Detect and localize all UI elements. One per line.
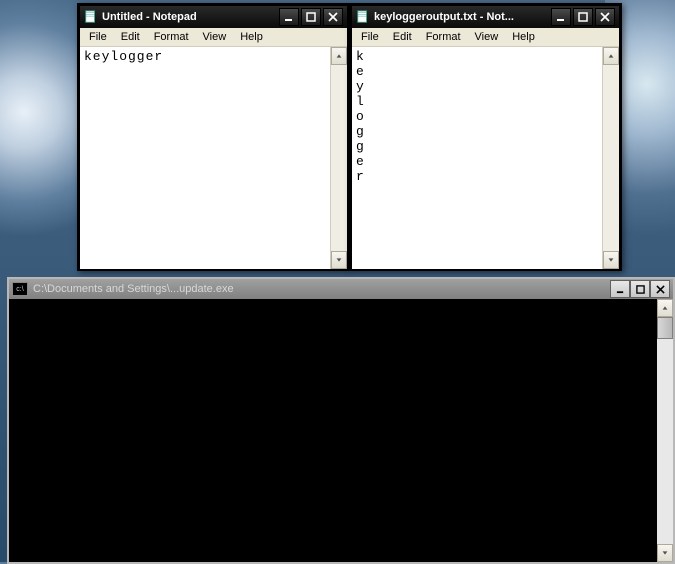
notepad-window-2: keyloggeroutput.txt - Not... File Edit F…	[349, 3, 622, 271]
scroll-track[interactable]	[603, 65, 619, 251]
text-area[interactable]: k e y l o g g e r	[352, 47, 602, 269]
notepad-window-1: Untitled - Notepad File Edit Format View…	[77, 3, 350, 271]
maximize-button[interactable]	[301, 8, 321, 26]
titlebar[interactable]: keyloggeroutput.txt - Not...	[352, 6, 619, 28]
minimize-button[interactable]	[279, 8, 299, 26]
scroll-up-button[interactable]	[657, 299, 673, 317]
menu-help[interactable]: Help	[505, 30, 542, 44]
notepad-icon	[84, 10, 98, 24]
scroll-down-button[interactable]	[603, 251, 619, 269]
close-button[interactable]	[323, 8, 343, 26]
menu-help[interactable]: Help	[233, 30, 270, 44]
close-button[interactable]	[650, 280, 670, 298]
vertical-scrollbar[interactable]	[657, 299, 673, 562]
menu-format[interactable]: Format	[147, 30, 196, 44]
scroll-up-button[interactable]	[331, 47, 347, 65]
menu-file[interactable]: File	[354, 30, 386, 44]
command-prompt-window: c:\ C:\Documents and Settings\...update.…	[7, 277, 675, 564]
scroll-down-button[interactable]	[331, 251, 347, 269]
window-title: keyloggeroutput.txt - Not...	[374, 11, 551, 23]
notepad-icon	[356, 10, 370, 24]
titlebar[interactable]: c:\ C:\Documents and Settings\...update.…	[9, 279, 673, 299]
vertical-scrollbar[interactable]	[330, 47, 347, 269]
maximize-button[interactable]	[630, 280, 650, 298]
scroll-track[interactable]	[331, 65, 347, 251]
menubar: File Edit Format View Help	[352, 28, 619, 47]
menu-edit[interactable]: Edit	[386, 30, 419, 44]
scroll-thumb[interactable]	[657, 317, 673, 339]
menubar: File Edit Format View Help	[80, 28, 347, 47]
minimize-button[interactable]	[610, 280, 630, 298]
menu-view[interactable]: View	[196, 30, 234, 44]
menu-view[interactable]: View	[468, 30, 506, 44]
menu-edit[interactable]: Edit	[114, 30, 147, 44]
menu-format[interactable]: Format	[419, 30, 468, 44]
minimize-button[interactable]	[551, 8, 571, 26]
menu-file[interactable]: File	[82, 30, 114, 44]
window-title: C:\Documents and Settings\...update.exe	[33, 283, 610, 295]
text-area[interactable]: keylogger	[80, 47, 330, 269]
maximize-button[interactable]	[573, 8, 593, 26]
cmd-icon: c:\	[12, 282, 28, 296]
titlebar[interactable]: Untitled - Notepad	[80, 6, 347, 28]
vertical-scrollbar[interactable]	[602, 47, 619, 269]
window-title: Untitled - Notepad	[102, 11, 279, 23]
scroll-up-button[interactable]	[603, 47, 619, 65]
scroll-track[interactable]	[657, 339, 673, 544]
scroll-down-button[interactable]	[657, 544, 673, 562]
console-output[interactable]	[9, 299, 657, 562]
close-button[interactable]	[595, 8, 615, 26]
